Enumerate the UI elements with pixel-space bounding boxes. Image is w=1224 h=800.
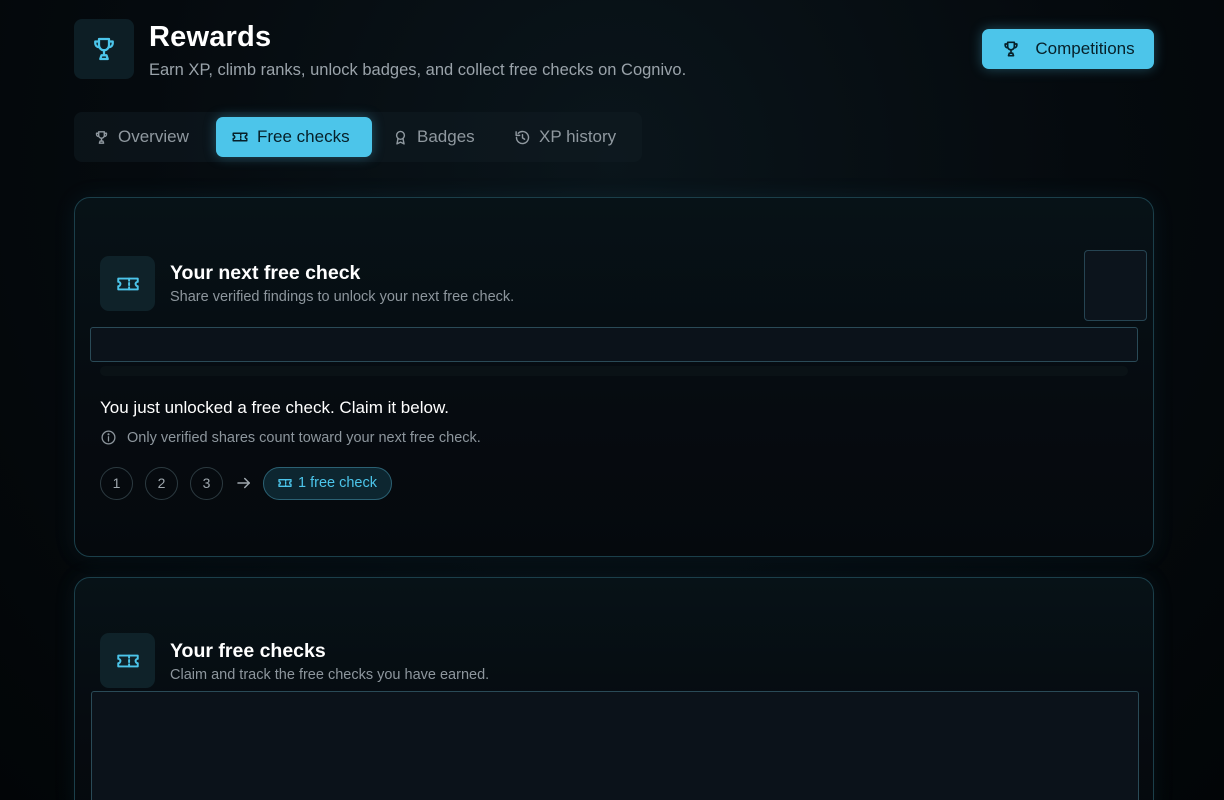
card-description: Share verified findings to unlock your n…	[170, 289, 515, 305]
page-subtitle: Earn XP, climb ranks, unlock badges, and…	[149, 61, 687, 79]
card-title: Your free checks	[170, 640, 326, 662]
free-check-reward-pill: 1 free check	[263, 466, 392, 500]
ticket-icon	[231, 128, 249, 146]
ticket-icon	[100, 633, 155, 688]
reward-label: 1 free check	[298, 475, 377, 491]
info-row: Only verified shares count toward your n…	[100, 429, 481, 446]
step-3: 3	[190, 466, 223, 500]
tab-xp-history[interactable]: XP history	[514, 117, 634, 157]
step-2: 2	[145, 466, 178, 500]
free-checks-list	[91, 691, 1139, 800]
step-1: 1	[100, 466, 133, 500]
tab-overview[interactable]: Overview	[93, 117, 217, 157]
info-text: Only verified shares count toward your n…	[127, 429, 481, 446]
page-title: Rewards	[149, 21, 272, 53]
progress-steps: 1 2 3 1 free check	[100, 466, 392, 500]
tab-label: Overview	[118, 127, 189, 146]
progress-shadow	[100, 366, 1128, 376]
progress-track	[90, 327, 1138, 362]
competitions-label: Competitions	[1035, 39, 1135, 58]
unlock-message: You just unlocked a free check. Claim it…	[100, 398, 450, 417]
rewards-page: Rewards Earn XP, climb ranks, unlock bad…	[74, 0, 1154, 800]
placeholder-box	[1084, 250, 1147, 321]
trophy-icon	[93, 129, 110, 146]
tab-label: Free checks	[257, 127, 350, 146]
tab-label: XP history	[539, 127, 617, 146]
your-free-checks-card: Your free checks Claim and track the fre…	[74, 577, 1154, 800]
ticket-icon	[277, 475, 293, 491]
competitions-button[interactable]: Competitions	[982, 29, 1154, 69]
rewards-tabs: Overview Free checks Badges XP history	[74, 112, 642, 162]
trophy-icon	[74, 19, 134, 79]
page-header: Rewards Earn XP, climb ranks, unlock bad…	[74, 19, 1154, 81]
history-icon	[514, 129, 531, 146]
arrow-right-icon	[235, 474, 253, 492]
card-description: Claim and track the free checks you have…	[170, 667, 490, 683]
tab-free-checks[interactable]: Free checks	[216, 117, 372, 157]
card-title: Your next free check	[170, 262, 361, 284]
tab-label: Badges	[417, 127, 475, 146]
info-icon	[100, 429, 117, 446]
trophy-icon	[1001, 39, 1021, 59]
ticket-icon	[100, 256, 155, 311]
badge-icon	[392, 129, 409, 146]
next-free-check-card: Your next free check Share verified find…	[74, 197, 1154, 557]
tab-badges[interactable]: Badges	[392, 117, 502, 157]
